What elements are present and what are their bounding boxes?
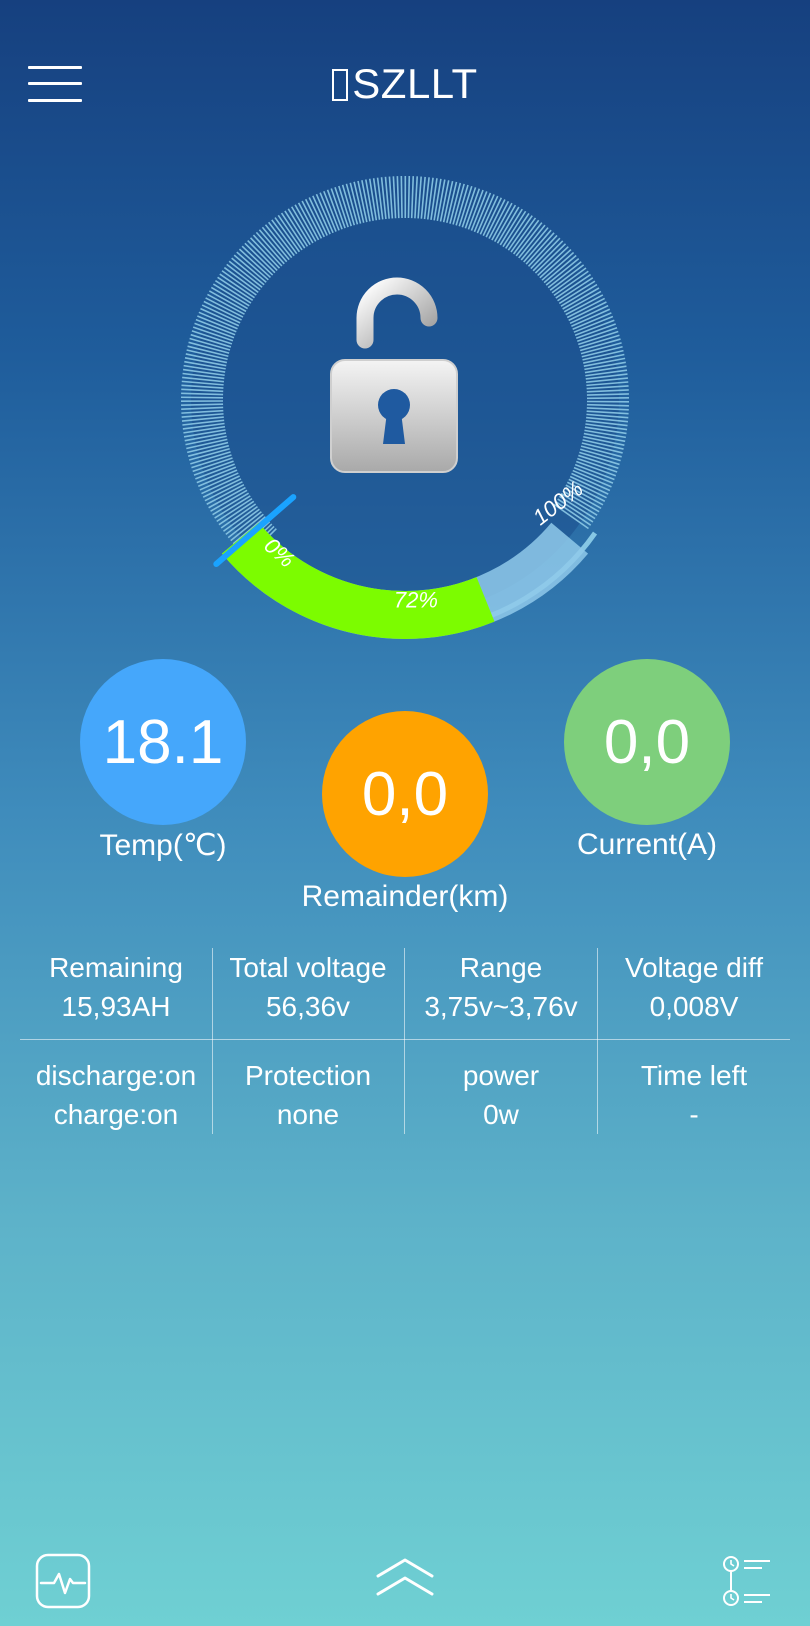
stat-label: Voltage diff [624,952,764,983]
stat-value: - [689,1099,699,1130]
stat-label: power [462,1060,540,1091]
app-title: SZLLT [0,60,810,108]
temp-label: Temp(℃) [99,829,227,862]
stat-protection: Protection none [212,1056,404,1134]
stat-range: Range 3,75v~3,76v [405,948,597,1026]
stat-label: Protection [244,1060,372,1091]
stat-remaining: Remaining 15,93AH [20,948,212,1026]
stat-value: 0w [483,1099,519,1130]
history-list-icon[interactable] [720,1555,772,1607]
gauge-label-value: 72% [394,588,438,613]
stat-power: power 0w [405,1056,597,1134]
stat-time-left: Time left - [598,1056,790,1134]
temp-value: 18.1 [102,707,224,777]
current-value: 0,0 [603,707,691,777]
stat-label: Range [459,952,543,983]
remainder-circle: 0,0 [322,711,488,877]
stat-value: 15,93AH [61,991,171,1022]
stat-label: Total voltage [229,952,387,983]
stat-value: none [276,1099,340,1130]
stat-label: Time left [640,1060,748,1091]
stats-row-divider [20,1039,790,1040]
current-label: Current(A) [576,828,718,861]
temp-circle: 18.1 [80,659,246,825]
missing-glyph-icon [332,69,349,101]
stat-value: 0,008V [649,991,739,1022]
stat-voltage-diff: Voltage diff 0,008V [598,948,790,1026]
remainder-value: 0,0 [361,759,449,829]
app-header: SZLLT [0,0,810,170]
stat-value: charge:on [53,1099,179,1130]
pulse-icon[interactable] [35,1553,91,1609]
stat-label: Remaining [49,952,183,983]
stats-table: Remaining 15,93AH Total voltage 56,36v R… [20,948,790,1134]
stat-label: discharge:on [35,1060,197,1091]
stat-value: 3,75v~3,76v [424,991,578,1022]
current-circle: 0,0 [564,659,730,825]
stat-value: 56,36v [265,991,351,1022]
stat-total-voltage: Total voltage 56,36v [212,948,404,1026]
stat-charge-state: discharge:on charge:on [20,1056,212,1134]
remainder-label: Remainder(km) [301,880,509,913]
app-title-text: SZLLT [352,60,478,107]
battery-gauge: 0% 72% 100% [155,150,655,670]
double-chevron-up-icon[interactable] [374,1556,436,1600]
